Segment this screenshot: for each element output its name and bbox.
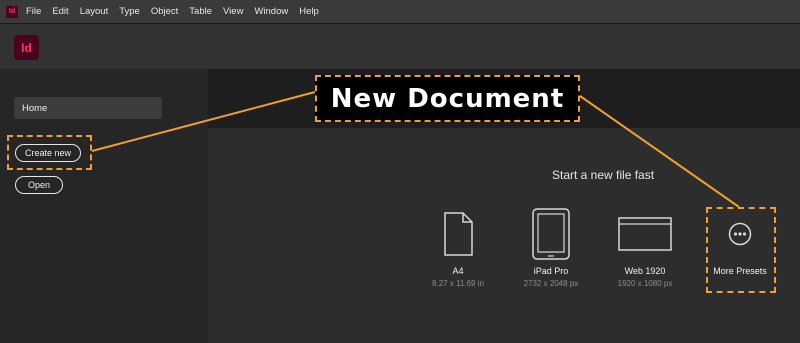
preset-dimensions: 8.27 x 11.69 in: [432, 279, 484, 288]
document-page-icon: [413, 208, 503, 260]
create-new-highlight: [7, 135, 92, 170]
preset-name: Web 1920: [624, 266, 666, 276]
preset-dimensions: 1920 x 1080 px: [617, 279, 673, 288]
preset-name: A4: [452, 266, 464, 276]
menu-type[interactable]: Type: [119, 6, 140, 17]
menu-layout[interactable]: Layout: [80, 6, 109, 17]
preset-a4[interactable]: A4 8.27 x 11.69 in: [413, 208, 503, 288]
sidebar-item-home[interactable]: Home: [14, 97, 162, 119]
menu-file[interactable]: File: [26, 6, 41, 17]
app-header: Id: [0, 23, 800, 69]
home-sidebar: Home Create new Open: [0, 69, 208, 343]
new-document-callout: New Document: [315, 75, 580, 122]
web-browser-icon: [600, 208, 690, 260]
preset-dimensions: 2732 x 2048 px: [523, 279, 579, 288]
indesign-small-icon: Id: [6, 5, 18, 18]
tablet-icon: [506, 208, 596, 260]
menu-help[interactable]: Help: [299, 6, 319, 17]
preset-web-1920[interactable]: Web 1920 1920 x 1080 px: [600, 208, 690, 288]
indesign-logo-icon: Id: [14, 35, 39, 60]
menu-edit[interactable]: Edit: [52, 6, 68, 17]
menu-view[interactable]: View: [223, 6, 243, 17]
start-new-file-heading: Start a new file fast: [552, 168, 655, 182]
menu-object[interactable]: Object: [151, 6, 178, 17]
menu-table[interactable]: Table: [189, 6, 212, 17]
menu-bar: Id File Edit Layout Type Object Table Vi…: [0, 0, 800, 23]
preset-ipad-pro[interactable]: iPad Pro 2732 x 2048 px: [506, 208, 596, 288]
open-button[interactable]: Open: [15, 176, 63, 194]
more-presets-highlight: [706, 207, 776, 293]
preset-name: iPad Pro: [533, 266, 569, 276]
menu-window[interactable]: Window: [254, 6, 288, 17]
